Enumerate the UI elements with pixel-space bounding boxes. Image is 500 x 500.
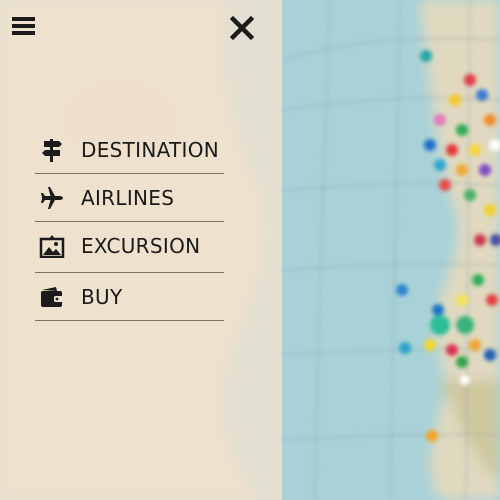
hamburger-line xyxy=(12,31,35,35)
menu-item-excursion[interactable]: EXCURSION xyxy=(35,222,224,273)
close-icon[interactable] xyxy=(228,14,256,42)
menu-item-label: BUY xyxy=(81,285,123,309)
wallet-icon xyxy=(39,285,65,309)
menu-item-label: EXCURSION xyxy=(81,234,201,258)
menu-item-destination[interactable]: DESTINATION xyxy=(35,126,224,174)
menu-item-airlines[interactable]: AIRLINES xyxy=(35,174,224,222)
airplane-icon xyxy=(39,186,65,210)
hamburger-line xyxy=(12,17,35,21)
side-menu-panel: DESTINATION AIRLINES EXCURSION BUY xyxy=(0,0,282,500)
landscape-picture-icon xyxy=(39,234,65,259)
hamburger-icon[interactable] xyxy=(12,17,36,37)
menu-item-label: AIRLINES xyxy=(81,186,175,210)
menu-item-label: DESTINATION xyxy=(81,138,220,162)
menu-item-buy[interactable]: BUY xyxy=(35,273,224,321)
menu-list: DESTINATION AIRLINES EXCURSION BUY xyxy=(35,126,224,321)
hamburger-line xyxy=(12,24,35,28)
signpost-icon xyxy=(39,138,65,162)
